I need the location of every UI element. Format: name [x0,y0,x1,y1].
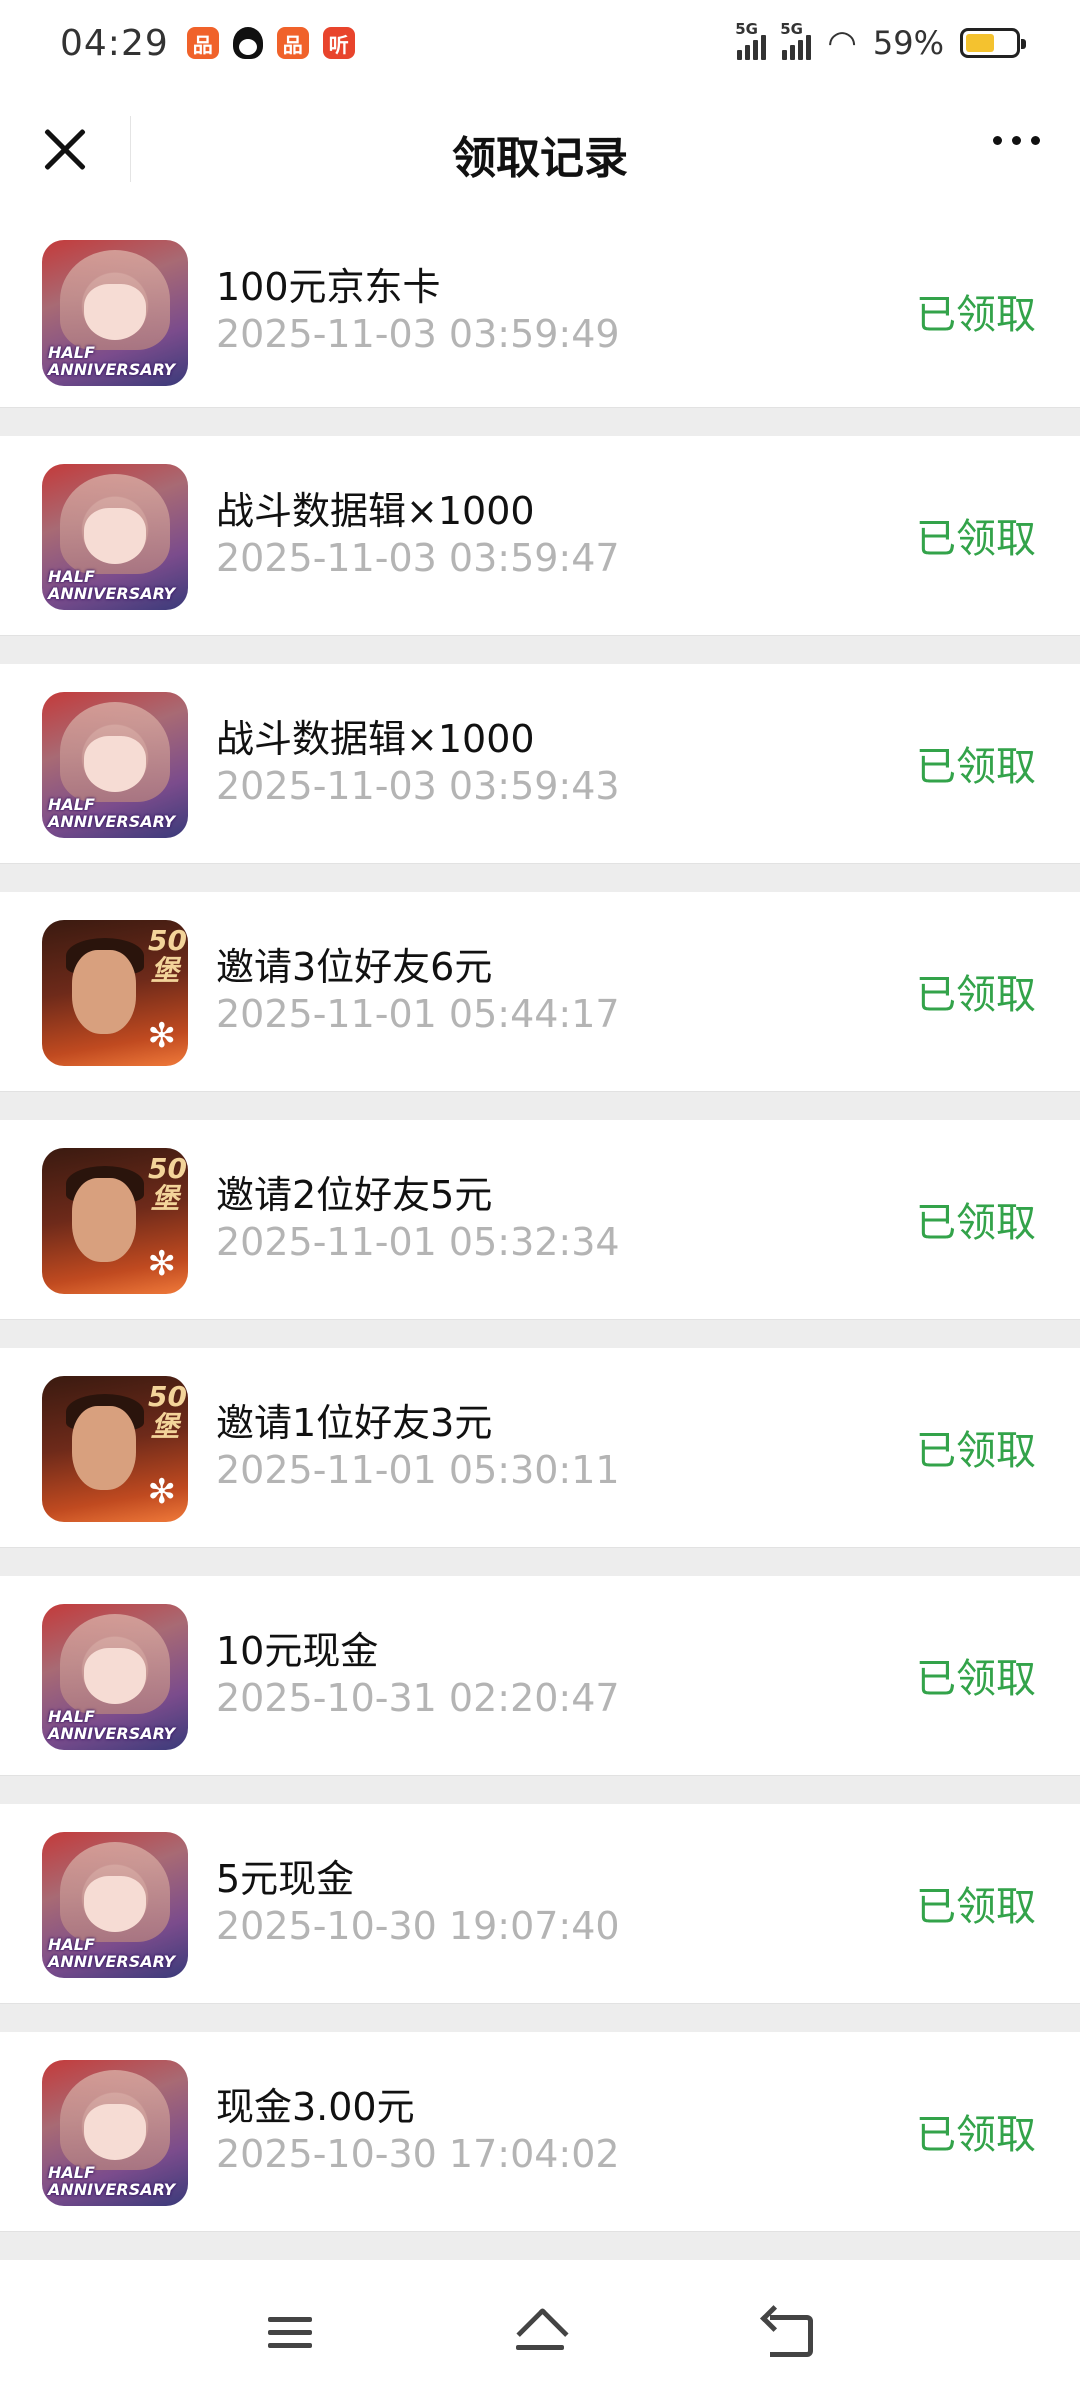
record-title: 战斗数据辑×1000 [216,489,535,533]
record-timestamp: 2025-11-03 03:59:47 [216,536,620,580]
signal-icon: 5G [735,20,767,60]
record-timestamp: 2025-10-30 19:07:40 [216,1904,620,1948]
record-status-label: 已领取 [916,2112,1036,2158]
record-item[interactable]: HALF ANNIVERSARY 10元现金 2025-10-31 02:20:47… [0,1576,1080,1776]
page-title: 领取记录 [452,133,628,184]
icon-badge-text: HALF ANNIVERSARY [48,567,176,603]
app-notification-icon: 品 [276,27,309,59]
record-status-label: 已领取 [916,1200,1036,1246]
record-timestamp: 2025-10-31 02:20:47 [216,1676,620,1720]
record-title: 邀请1位好友3元 [216,1401,493,1445]
game-icon-anime: HALF ANNIVERSARY [42,692,188,838]
game-icon-anime: HALF ANNIVERSARY [42,1604,188,1750]
icon-badge-text: 50堡 [148,924,187,987]
signal-icon: 5G [780,20,812,60]
game-icon-hero: ✻ 50堡 [42,1148,188,1294]
notification-icons: 品 品 听 [186,27,355,59]
record-timestamp: 2025-11-01 05:44:17 [216,992,620,1036]
status-bar: 04:29 品 品 听 5G 5G ◠ 59% [0,0,1080,86]
back-icon[interactable] [760,2307,820,2357]
record-timestamp: 2025-11-03 03:59:49 [216,312,620,356]
icon-badge-text: HALF ANNIVERSARY [48,1935,176,1971]
game-icon-hero: ✻ 50堡 [42,920,188,1066]
record-timestamp: 2025-11-03 03:59:43 [216,764,620,808]
qq-icon [232,27,263,59]
record-item[interactable]: ✻ 50堡 邀请2位好友5元 2025-11-01 05:32:34 已领取 [0,1120,1080,1320]
battery-level-fill [966,34,995,52]
icon-badge-text: HALF ANNIVERSARY [48,1707,176,1743]
game-icon-hero: ✻ 50堡 [42,1376,188,1522]
record-title: 100元京东卡 [216,265,441,309]
record-status-label: 已领取 [916,1656,1036,1702]
icon-badge-text: HALF ANNIVERSARY [48,795,176,831]
menu-icon[interactable] [260,2307,320,2357]
record-status-label: 已领取 [916,972,1036,1018]
record-title: 5元现金 [216,1857,355,1901]
record-status-label: 已领取 [916,744,1036,790]
record-status-label: 已领取 [916,516,1036,562]
title-bar: 领取记录 [0,86,1080,212]
icon-badge-text: 50堡 [148,1152,187,1215]
record-title: 现金3.00元 [216,2085,415,2129]
record-item[interactable]: HALF ANNIVERSARY 现金3.00元 2025-10-30 17:04:… [0,2032,1080,2232]
icon-badge-text: HALF ANNIVERSARY [48,343,176,379]
record-item[interactable]: HALF ANNIVERSARY 战斗数据辑×1000 2025-11-03 03:… [0,436,1080,636]
listen-app-icon: 听 [322,27,355,59]
record-status-label: 已领取 [916,1428,1036,1474]
game-icon-anime: HALF ANNIVERSARY [42,1832,188,1978]
record-list: HALF ANNIVERSARY 100元京东卡 2025-11-03 03:59:… [0,212,1080,2320]
record-item[interactable]: ✻ 50堡 邀请3位好友6元 2025-11-01 05:44:17 已领取 [0,892,1080,1092]
system-nav-bar [0,2264,1080,2400]
record-item[interactable]: HALF ANNIVERSARY 战斗数据辑×1000 2025-11-03 03:… [0,664,1080,864]
record-item[interactable]: HALF ANNIVERSARY 5元现金 2025-10-30 19:07:40 已… [0,1804,1080,2004]
record-item[interactable]: ✻ 50堡 邀请1位好友3元 2025-11-01 05:30:11 已领取 [0,1348,1080,1548]
record-title: 10元现金 [216,1629,379,1673]
record-item[interactable]: HALF ANNIVERSARY 100元京东卡 2025-11-03 03:59:… [0,212,1080,408]
record-title: 邀请2位好友5元 [216,1173,493,1217]
battery-icon [960,28,1026,58]
wifi-icon: ◠ [827,23,857,63]
record-timestamp: 2025-11-01 05:30:11 [216,1448,620,1492]
icon-badge-text: HALF ANNIVERSARY [48,2163,176,2199]
more-options-icon[interactable] [993,136,1040,145]
battery-percent: 59% [872,24,944,62]
status-time: 04:29 [60,22,169,64]
record-status-label: 已领取 [916,292,1036,338]
game-icon-anime: HALF ANNIVERSARY [42,2060,188,2206]
app-notification-icon: 品 [186,27,219,59]
record-status-label: 已领取 [916,1884,1036,1930]
record-title: 战斗数据辑×1000 [216,717,535,761]
record-title: 邀请3位好友6元 [216,945,493,989]
record-timestamp: 2025-10-30 17:04:02 [216,2132,620,2176]
game-icon-anime: HALF ANNIVERSARY [42,240,188,386]
record-timestamp: 2025-11-01 05:32:34 [216,1220,620,1264]
home-icon[interactable] [510,2307,570,2357]
game-icon-anime: HALF ANNIVERSARY [42,464,188,610]
icon-badge-text: 50堡 [148,1380,187,1443]
